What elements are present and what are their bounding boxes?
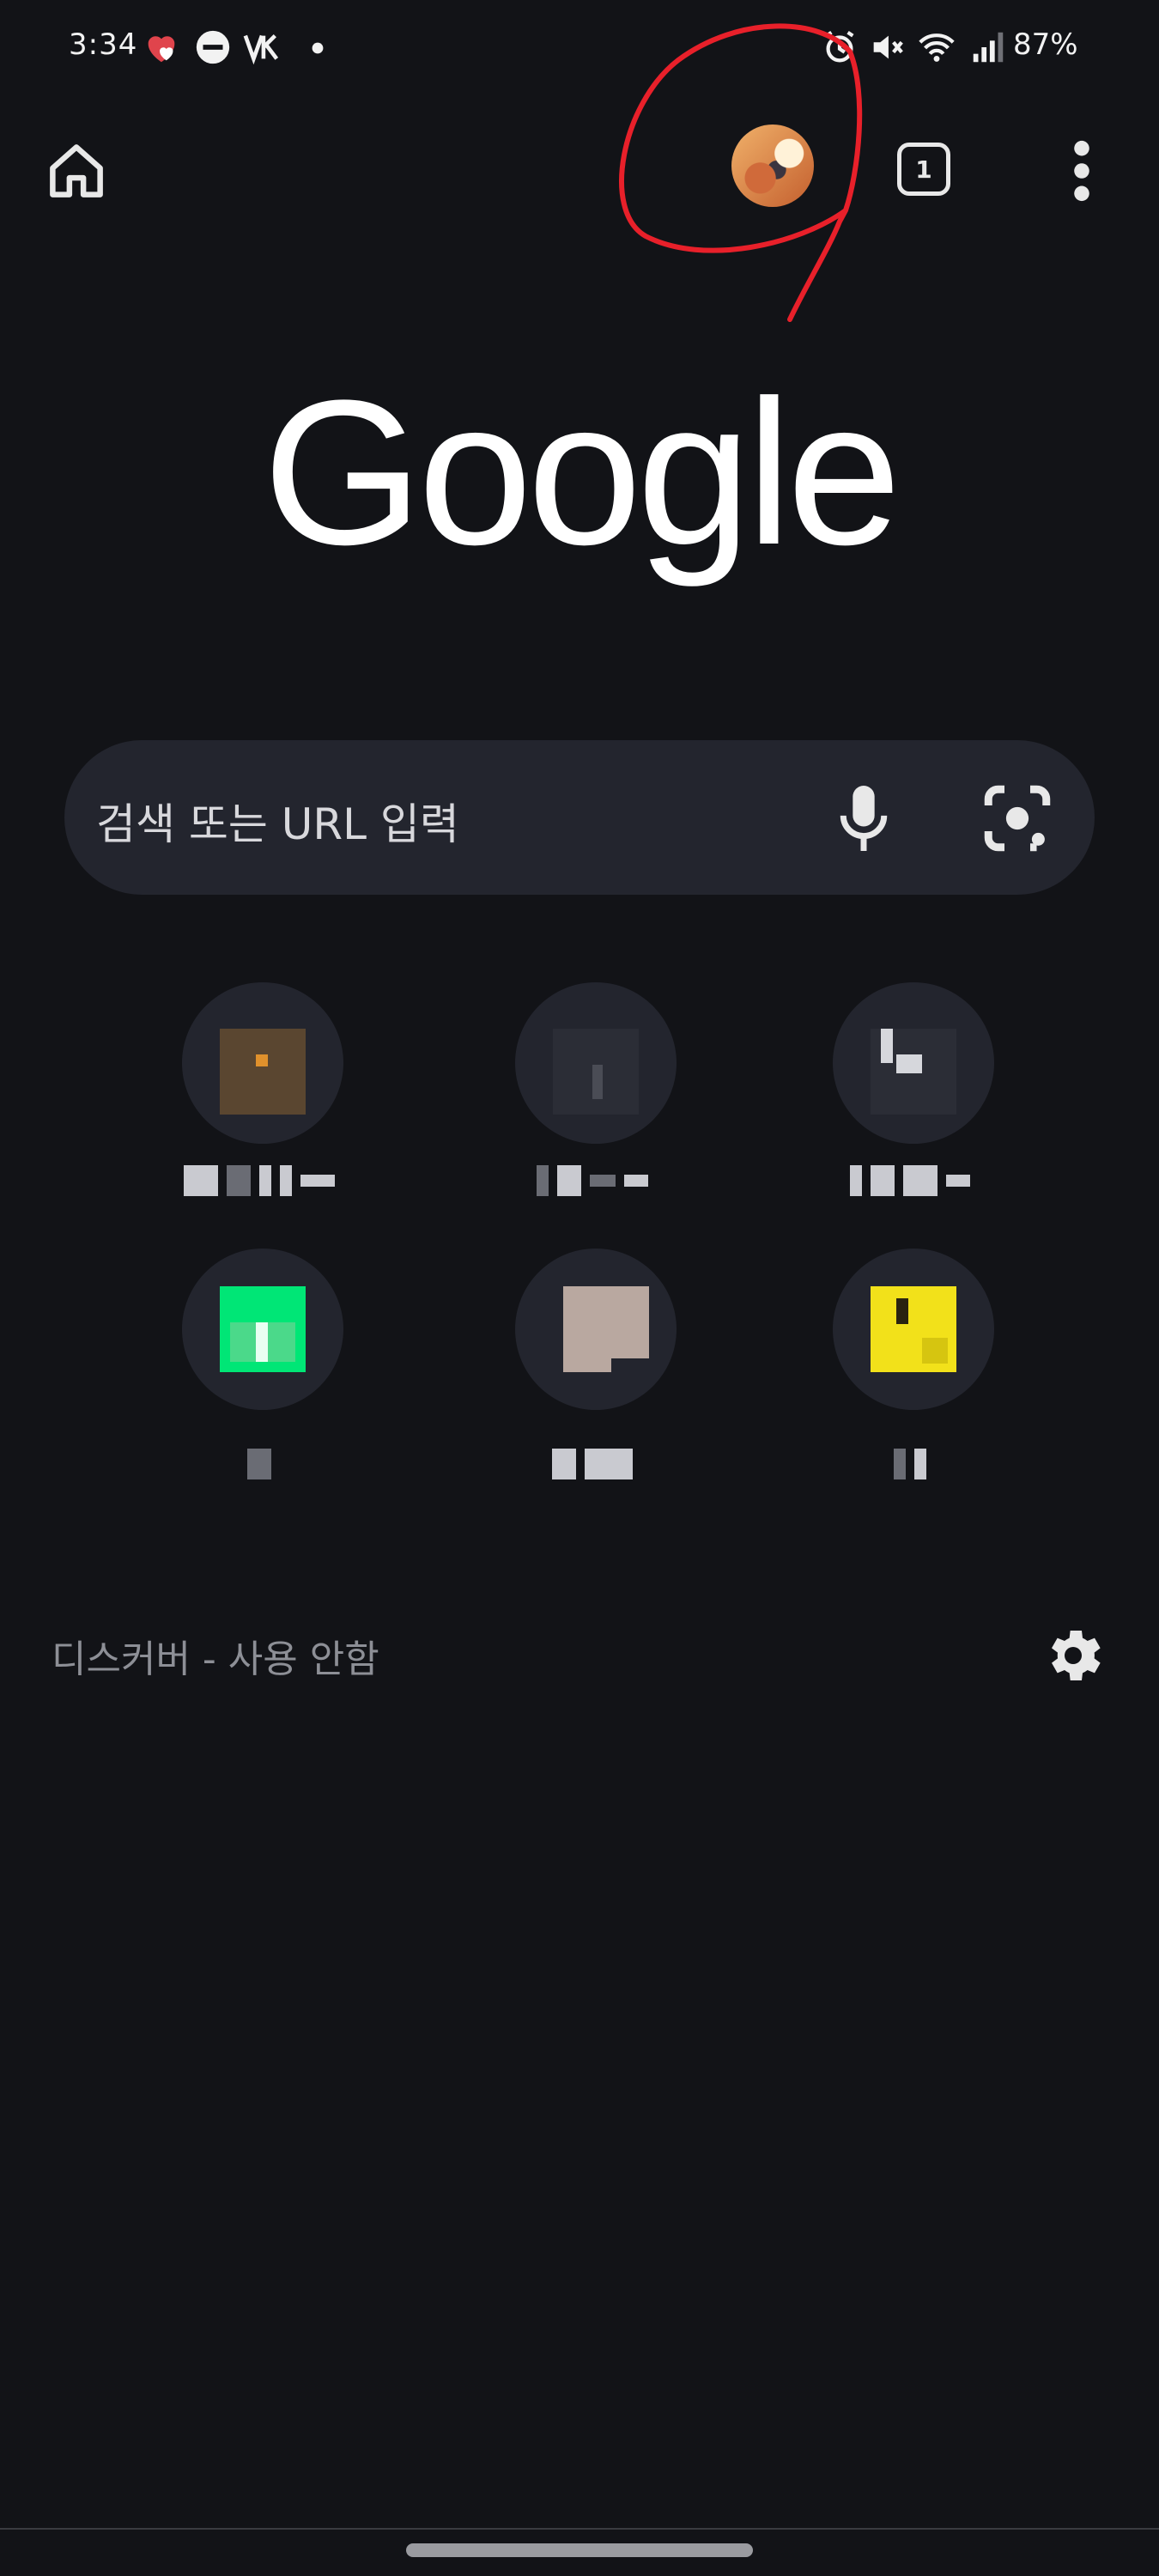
shortcut-favicon-icon: [220, 1029, 306, 1115]
settings-gear-icon[interactable]: [1039, 1621, 1107, 1690]
status-bar: 3:34 87%: [0, 0, 1159, 94]
shortcut-label: [481, 1446, 704, 1482]
shortcut-favicon-icon: [553, 1029, 639, 1115]
shortcut-label: [798, 1446, 1022, 1482]
shortcut-favicon-icon: [871, 1286, 956, 1372]
status-time: 3:34: [69, 27, 138, 62]
heart-notification-icon: [148, 36, 175, 63]
wifi-icon: [919, 33, 955, 62]
signal-icon: [973, 32, 1004, 63]
alarm-icon: [825, 30, 854, 63]
voice-search-icon[interactable]: [831, 780, 896, 857]
home-indicator[interactable]: [406, 2543, 753, 2557]
shortcut-label: [148, 1446, 371, 1482]
shortcut-label: [798, 1163, 1022, 1199]
more-notifications-dot-icon: [312, 42, 324, 54]
shortcut-favicon-icon: [220, 1286, 306, 1372]
search-input[interactable]: 검색 또는 URL 입력: [96, 790, 459, 852]
home-icon: [50, 144, 103, 197]
google-logo: Google: [263, 357, 901, 587]
navigation-divider: [0, 2528, 1159, 2530]
home-button[interactable]: [38, 132, 115, 210]
shortcut-favicon-icon: [871, 1029, 956, 1115]
discover-status-label: 디스커버 - 사용 안함: [52, 1637, 379, 1681]
do-not-disturb-icon: [196, 30, 230, 64]
vpn-key-icon: [243, 33, 279, 65]
sound-muted-icon: [873, 35, 903, 59]
battery-level: 87%: [1013, 27, 1078, 62]
more-options-button[interactable]: [1043, 132, 1120, 210]
shortcut-label: [481, 1163, 704, 1199]
tab-switcher-button[interactable]: 1: [897, 143, 950, 196]
more-vert-icon: [1074, 140, 1089, 202]
google-lens-icon[interactable]: [979, 780, 1056, 857]
tab-count: 1: [915, 155, 932, 184]
shortcut-favicon-icon: [563, 1286, 649, 1372]
account-avatar-button[interactable]: [731, 125, 814, 207]
shortcut-label: [148, 1163, 371, 1199]
